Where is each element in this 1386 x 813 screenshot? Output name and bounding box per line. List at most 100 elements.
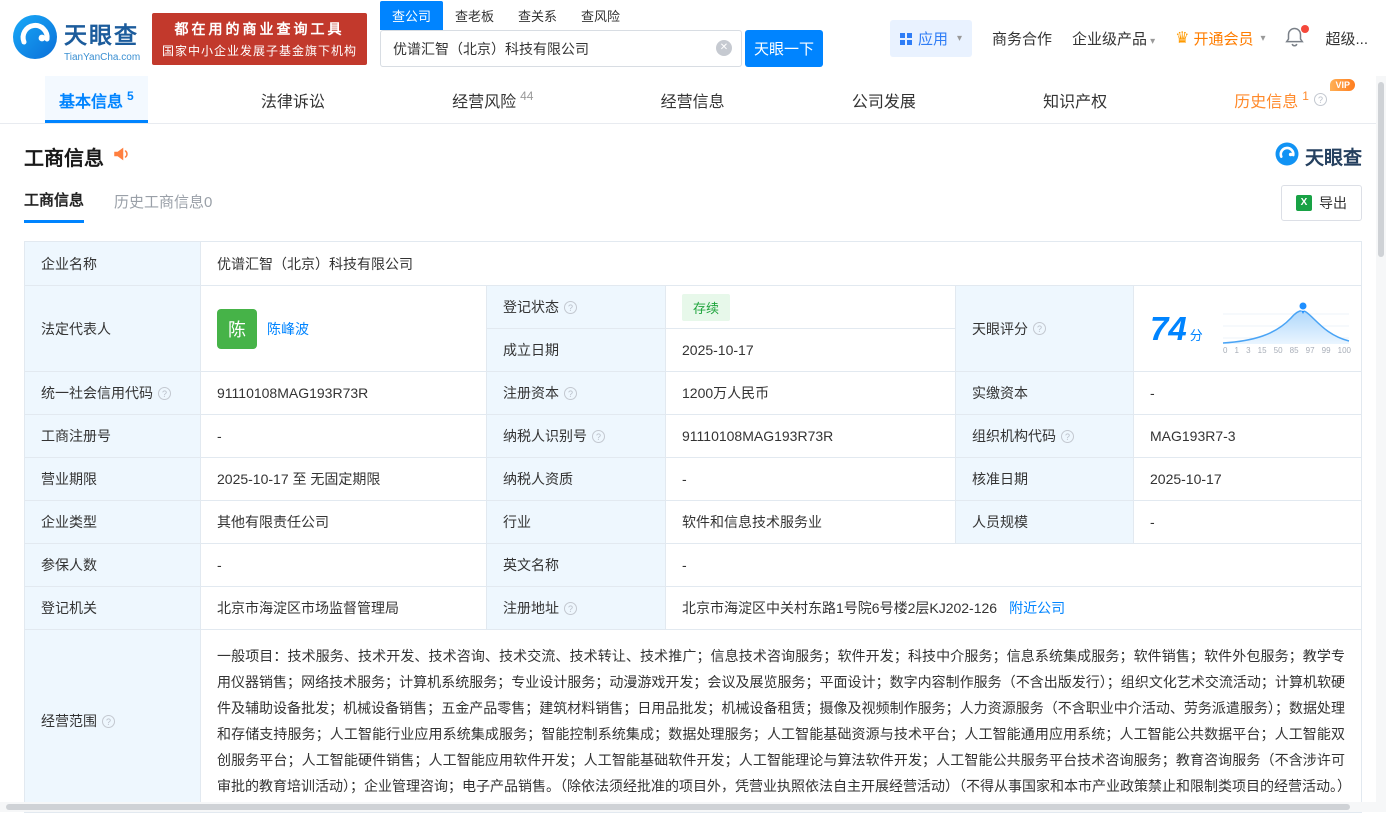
banner-line2: 国家中小企业发展子基金旗下机构 (162, 44, 358, 58)
address-cell: 北京市海淀区中关村东路1号院6号楼2层KJ202-126 附近公司 (666, 587, 1362, 630)
tianyancha-logo[interactable]: 天眼查 TianYanCha.com (12, 14, 140, 65)
help-icon[interactable]: ? (1033, 322, 1046, 335)
search-tab-company[interactable]: 查公司 (380, 1, 444, 30)
insured-value: - (201, 544, 487, 587)
credit-code-value: 91110108MAG193R73R (201, 372, 487, 415)
tab-label: 经营信息 (660, 93, 725, 111)
subtab-business-info[interactable]: 工商信息 (24, 189, 85, 223)
staff-value: - (1134, 501, 1362, 544)
score-chart: 0 1 3 15 50 85 97 99 100 (1221, 302, 1353, 355)
search-input[interactable] (380, 30, 742, 67)
horizontal-scrollbar[interactable] (0, 802, 1386, 812)
label-text: 组织机构代码 (972, 428, 1056, 444)
chevron-down-icon: ▾ (957, 32, 963, 44)
tab-label: 基本信息 (59, 93, 124, 111)
table-row: 经营范围 ? 一般项目：技术服务、技术开发、技术咨询、技术交流、技术转让、技术推… (25, 630, 1362, 813)
help-icon[interactable]: ? (592, 429, 605, 443)
help-icon[interactable]: ? (1061, 429, 1074, 443)
tab-company-development[interactable]: 公司发展 (838, 76, 930, 123)
axis-tick: 100 (1337, 346, 1351, 355)
score-label: 天眼评分 ? (956, 286, 1134, 372)
legal-rep-name-link[interactable]: 陈峰波 (267, 319, 309, 339)
table-row: 企业类型 其他有限责任公司 行业 软件和信息技术服务业 人员规模 - (25, 501, 1362, 544)
axis-tick: 97 (1305, 346, 1315, 355)
enterprise-products-link[interactable]: 企业级产品 ▾ (1072, 28, 1155, 49)
english-name-label: 英文名称 (487, 544, 666, 587)
tab-label: 经营风险 (452, 93, 517, 111)
help-icon[interactable]: ? (564, 386, 577, 400)
tab-count: 1 (1302, 88, 1309, 103)
taxpayer-quality-value: - (666, 458, 956, 501)
taxpayer-no-value: 91110108MAG193R73R (666, 415, 956, 458)
logo-title: 天眼查 (64, 22, 139, 48)
notifications-bell[interactable] (1285, 25, 1310, 49)
tab-legal-proceedings[interactable]: 法律诉讼 (247, 76, 339, 123)
reg-status-label: 登记状态 ? (487, 286, 666, 329)
open-vip-link[interactable]: ♛ 开通会员 ▾ (1175, 28, 1265, 49)
help-icon[interactable]: ? (564, 300, 577, 314)
business-cooperation-link[interactable]: 商务合作 (992, 28, 1052, 49)
reg-status-cell: 存续 (666, 286, 956, 329)
tab-operating-info[interactable]: 经营信息 (647, 76, 739, 123)
nearby-companies-link[interactable]: 附近公司 (1009, 598, 1065, 618)
axis-tick: 3 (1246, 346, 1251, 355)
status-date-subtable: 登记状态 ? 存续 成立日期 2025-10-17 (487, 286, 956, 372)
help-icon[interactable]: ? (564, 601, 577, 615)
tab-label: 知识产权 (1043, 93, 1108, 111)
approve-date-value: 2025-10-17 (1134, 458, 1362, 501)
section-header: 工商信息 天眼查 (0, 124, 1386, 171)
tab-label: 法律诉讼 (260, 93, 325, 111)
company-nav-tabs: 基本信息 5 法律诉讼 经营风险 44 经营信息 公司发展 知识产权 历史信息 … (0, 76, 1386, 124)
announcement-icon (112, 145, 130, 168)
vertical-scrollbar-thumb[interactable] (1378, 82, 1384, 257)
subtab-history-business-info[interactable]: 历史工商信息0 (114, 191, 212, 222)
super-vip-link[interactable]: 超级... (1325, 28, 1368, 49)
apps-menu[interactable]: 应用 ▾ (889, 19, 973, 57)
clear-icon[interactable]: ✕ (716, 40, 732, 56)
axis-tick: 15 (1257, 346, 1267, 355)
tab-history-info[interactable]: 历史信息 1 ? VIP (1220, 76, 1355, 123)
tab-basic-info[interactable]: 基本信息 5 (45, 76, 148, 123)
help-icon[interactable]: ? (1313, 93, 1327, 106)
reg-capital-value: 1200万人民币 (666, 372, 956, 415)
search-tab-relation[interactable]: 查关系 (506, 1, 569, 30)
tab-operating-risk[interactable]: 经营风险 44 (438, 76, 547, 123)
label-text: 统一社会信用代码 (41, 385, 153, 401)
tab-count: 5 (127, 88, 134, 103)
apps-label: 应用 (917, 30, 948, 48)
company-name-label: 企业名称 (25, 242, 201, 286)
open-vip-label: 开通会员 (1193, 30, 1254, 48)
help-icon[interactable]: ? (102, 714, 115, 728)
tab-intellectual-property[interactable]: 知识产权 (1029, 76, 1121, 123)
horizontal-scrollbar-thumb[interactable] (6, 804, 1351, 810)
search-tab-boss[interactable]: 查老板 (443, 1, 506, 30)
staff-label: 人员规模 (956, 501, 1134, 544)
banner-line1: 都在用的商业查询工具 (174, 21, 345, 37)
excel-icon: X (1296, 195, 1312, 211)
table-row: 企业名称 优谱汇智（北京）科技有限公司 (25, 242, 1362, 286)
search-button[interactable]: 天眼一下 (745, 30, 823, 67)
establish-date-label: 成立日期 (487, 329, 666, 372)
business-info-table: 企业名称 优谱汇智（北京）科技有限公司 法定代表人 陈 陈峰波 登记状态 ? 存… (24, 241, 1362, 813)
export-button[interactable]: X 导出 (1281, 185, 1362, 221)
watermark-text: 天眼查 (1304, 148, 1362, 169)
tab-label: 历史信息 (1234, 93, 1299, 111)
label-text: 注册地址 (503, 600, 559, 616)
tianyancha-logo-icon (1275, 142, 1299, 171)
term-value: 2025-10-17 至 无固定期限 (201, 458, 487, 501)
label-text: 纳税人识别号 (503, 428, 587, 444)
enterprise-products-label: 企业级产品 (1072, 30, 1148, 48)
notification-dot (1301, 25, 1310, 33)
axis-tick: 0 (1223, 346, 1228, 355)
score-axis: 0 1 3 15 50 85 97 99 100 (1221, 346, 1353, 355)
vertical-scrollbar[interactable] (1376, 76, 1386, 802)
address-value: 北京市海淀区中关村东路1号院6号楼2层KJ202-126 (682, 600, 998, 616)
table-row: 统一社会信用代码 ? 91110108MAG193R73R 注册资本 ? 120… (25, 372, 1362, 415)
help-icon[interactable]: ? (158, 386, 171, 400)
search-tab-risk[interactable]: 查风险 (569, 1, 632, 30)
subtabs-row: 工商信息 历史工商信息0 X 导出 (0, 185, 1386, 227)
legal-rep-avatar[interactable]: 陈 (217, 308, 257, 349)
authority-label: 登记机关 (25, 587, 201, 630)
table-row: 工商注册号 - 纳税人识别号 ? 91110108MAG193R73R 组织机构… (25, 415, 1362, 458)
score-value[interactable]: 74 (1150, 310, 1187, 348)
